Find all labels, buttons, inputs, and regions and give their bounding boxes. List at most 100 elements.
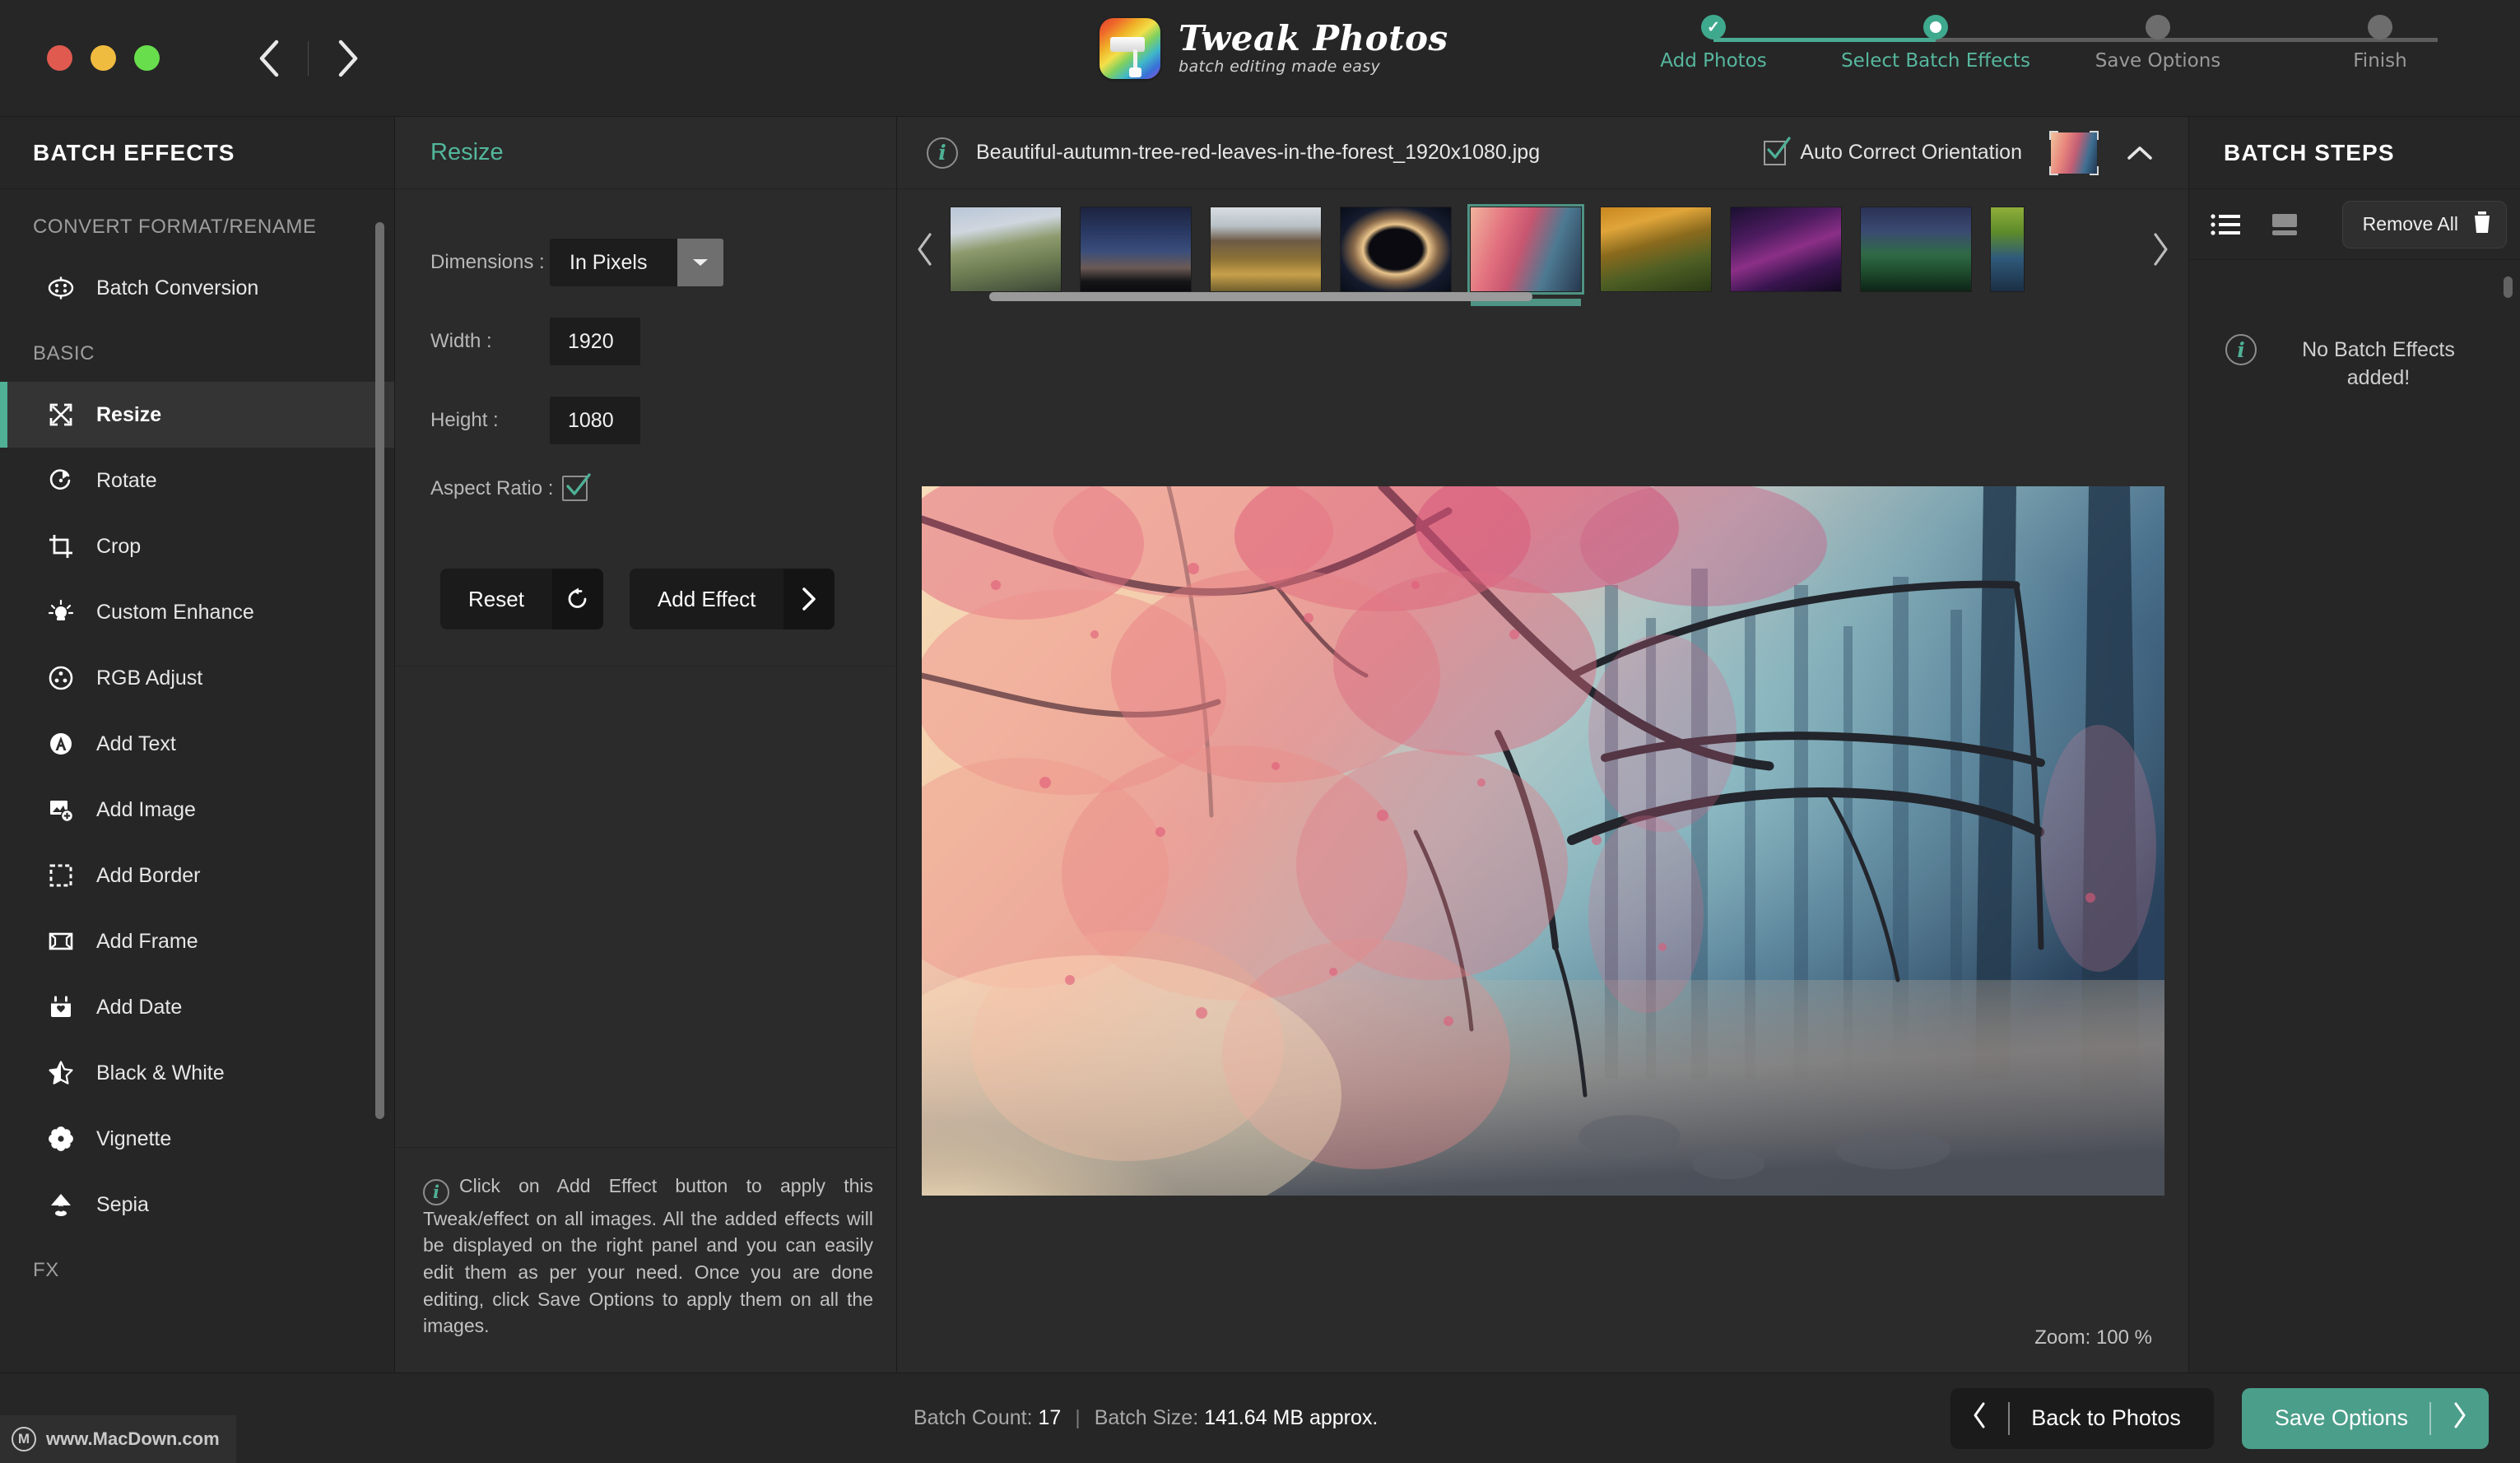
minimize-button[interactable] [91, 45, 116, 71]
add-effect-button[interactable]: Add Effect [629, 569, 835, 629]
aspect-ratio-checkbox[interactable] [562, 473, 591, 501]
app-title: Tweak Photos [1179, 18, 1448, 58]
sidebar-group-fx: FX [33, 1259, 59, 1281]
step-label: Add Photos [1660, 50, 1767, 72]
sidebar-item-batch-conversion[interactable]: Batch Conversion [0, 255, 394, 321]
reset-button[interactable]: Reset [440, 569, 603, 629]
rotate-icon [47, 467, 75, 495]
save-options-button[interactable]: Save Options [2241, 1387, 2489, 1449]
sidebar-item-label: Black & White [96, 1061, 225, 1084]
thumbnail-filmstrip [897, 189, 2188, 309]
app-body: BATCH EFFECTS CONVERT FORMAT/RENAME Batc… [0, 117, 2520, 1372]
remove-all-button[interactable]: Remove All [2341, 200, 2507, 248]
chevron-up-icon[interactable] [2113, 126, 2167, 180]
back-to-photos-label: Back to Photos [2031, 1405, 2181, 1430]
maximize-button[interactable] [134, 45, 160, 71]
sidebar-item-rotate[interactable]: Rotate [0, 448, 394, 513]
height-input[interactable]: 1080 [550, 397, 640, 444]
batch-steps-scrollbar[interactable] [2504, 276, 2513, 298]
batch-size-label: Batch Size: [1094, 1406, 1199, 1429]
filmstrip-thumb[interactable] [1730, 207, 1842, 292]
filmstrip-thumb[interactable] [1210, 207, 1322, 292]
macdown-watermark: M www.MacDown.com [0, 1415, 236, 1463]
filmstrip-thumb[interactable] [1600, 207, 1712, 292]
auto-correct-orientation-toggle[interactable]: Auto Correct Orientation [1764, 136, 2022, 165]
add-image-icon [47, 796, 75, 824]
chevron-right-icon [783, 569, 835, 629]
batch-count-value: 17 [1038, 1406, 1062, 1429]
height-row: Height : 1080 [395, 397, 896, 444]
step-finish[interactable]: Finish [2331, 15, 2429, 72]
resize-icon [47, 401, 75, 429]
effect-settings-panel: Resize Dimensions : In Pixels Width : 19… [395, 117, 897, 1372]
sidebar-item-crop[interactable]: Crop [0, 513, 394, 579]
button-divider [2008, 1401, 2011, 1435]
reset-icon [551, 569, 603, 629]
step-node-current [1923, 15, 1948, 39]
aspect-ratio-label: Aspect Ratio : [430, 476, 554, 499]
back-to-photos-button[interactable]: Back to Photos [1950, 1387, 2214, 1449]
sidebar-item-rgb-adjust[interactable]: RGB Adjust [0, 645, 394, 711]
sidebar-item-resize[interactable]: Resize [0, 382, 394, 448]
step-select-batch-effects[interactable]: Select Batch Effects [1841, 15, 2030, 72]
list-view-icon[interactable] [2207, 207, 2243, 243]
filmstrip-prev-button[interactable] [905, 208, 945, 290]
close-button[interactable] [47, 45, 72, 71]
filmstrip-thumb[interactable] [1990, 207, 2025, 292]
chevron-left-icon [1972, 1401, 1987, 1435]
batch-steps-empty-message: No Batch Effects added! [2302, 338, 2455, 389]
lightbulb-icon [47, 598, 75, 626]
sidebar-item-add-date[interactable]: Add Date [0, 974, 394, 1040]
chevron-down-icon[interactable] [677, 239, 723, 286]
app-brand: Tweak Photos batch editing made easy [1100, 18, 1448, 79]
sidebar-title: BATCH EFFECTS [0, 117, 394, 189]
filmstrip-thumb[interactable] [950, 207, 1062, 292]
dimensions-select[interactable]: In Pixels [550, 239, 723, 286]
card-view-icon[interactable] [2267, 207, 2303, 243]
width-input[interactable]: 1920 [550, 318, 640, 365]
filmstrip-thumb[interactable] [1080, 207, 1192, 292]
filmstrip-scrollbar[interactable] [989, 292, 1532, 301]
info-icon: i [2225, 334, 2257, 365]
step-add-photos[interactable]: ✓ Add Photos [1660, 15, 1767, 72]
step-node-done: ✓ [1701, 15, 1726, 39]
step-label: Finish [2353, 50, 2407, 72]
nav-divider [308, 40, 309, 76]
button-divider [2429, 1401, 2431, 1435]
sidebar-item-add-border[interactable]: Add Border [0, 843, 394, 908]
batch-summary-divider: | [1075, 1406, 1081, 1429]
sidebar-group-convert: CONVERT FORMAT/RENAME [33, 216, 317, 238]
sidebar-item-label: Add Text [96, 732, 176, 755]
filmstrip-next-button[interactable] [2141, 208, 2180, 290]
effect-panel-note: i Click on Add Effect button to apply th… [395, 1146, 896, 1372]
filmstrip-thumb-selected[interactable] [1467, 204, 1584, 306]
step-save-options[interactable]: Save Options [2095, 15, 2220, 72]
sidebar-scrollbar[interactable] [375, 222, 384, 1119]
sidebar-scroll-area[interactable]: CONVERT FORMAT/RENAME Batch Conversion B… [0, 189, 394, 1372]
sidebar-item-custom-enhance[interactable]: Custom Enhance [0, 579, 394, 645]
batch-steps-toolbar: Remove All [2189, 189, 2520, 260]
file-info-bar: i Beautiful-autumn-tree-red-leaves-in-th… [897, 117, 2188, 189]
sidebar-item-sepia[interactable]: Sepia [0, 1172, 394, 1238]
sidebar-item-label: RGB Adjust [96, 666, 203, 690]
back-arrow-icon[interactable] [242, 31, 296, 86]
sidebar-item-add-image[interactable]: Add Image [0, 777, 394, 843]
filmstrip-track[interactable] [945, 192, 2141, 307]
chevron-right-icon [2453, 1401, 2467, 1435]
reset-button-label: Reset [468, 586, 524, 611]
sidebar-item-add-frame[interactable]: Add Frame [0, 908, 394, 974]
crop-icon [47, 532, 75, 560]
add-border-icon [47, 862, 75, 889]
step-node-pending [2146, 15, 2170, 39]
progress-stepper: ✓ Add Photos Select Batch Effects Save O… [1660, 15, 2487, 97]
sidebar-item-black-and-white[interactable]: Black & White [0, 1040, 394, 1106]
auto-correct-checkbox[interactable] [1764, 136, 1792, 165]
sidebar-item-vignette[interactable]: Vignette [0, 1106, 394, 1172]
filmstrip-thumb[interactable] [1340, 207, 1452, 292]
sidebar-item-add-text[interactable]: Add Text [0, 711, 394, 777]
dimensions-label: Dimensions : [430, 251, 545, 273]
title-bar: Tweak Photos batch editing made easy ✓ A… [0, 0, 2520, 117]
forward-arrow-icon[interactable] [320, 31, 374, 86]
add-frame-icon [47, 927, 75, 955]
filmstrip-thumb[interactable] [1860, 207, 1972, 292]
